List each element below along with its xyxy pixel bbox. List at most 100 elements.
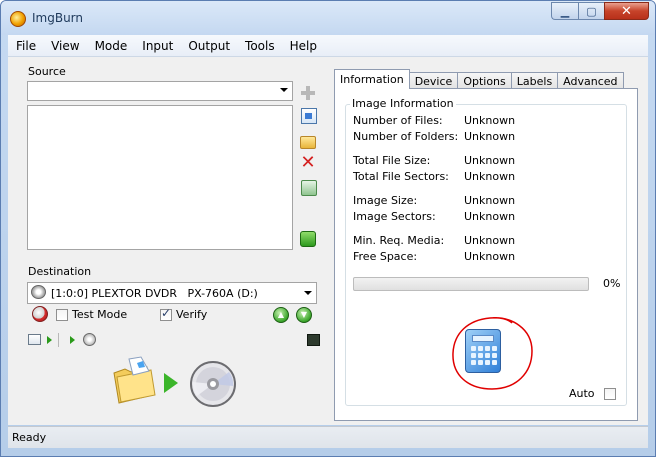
destination-drive-value: [1:0:0] PLEXTOR DVDR PX-760A (D:) <box>51 287 258 300</box>
info-row: Number of Folders: Unknown <box>353 130 515 143</box>
destination-drive-combo[interactable]: [1:0:0] PLEXTOR DVDR PX-760A (D:) <box>27 282 317 304</box>
tab-options[interactable]: Options <box>457 72 512 89</box>
recycle-icon[interactable] <box>301 180 317 196</box>
info-row: Total File Sectors: Unknown <box>353 170 515 183</box>
imgburn-app-icon[interactable] <box>10 11 26 27</box>
menu-bar: File View Mode Input Output Tools Help <box>8 35 648 57</box>
menu-file[interactable]: File <box>8 36 43 56</box>
source-label: Source <box>28 65 66 78</box>
source-file-list[interactable] <box>27 105 293 250</box>
info-label: Image Sectors: <box>353 210 436 223</box>
menu-input[interactable]: Input <box>134 36 180 56</box>
file-icon[interactable] <box>301 108 317 124</box>
progress-bar <box>353 277 589 291</box>
info-value: Unknown <box>464 250 516 263</box>
info-row: Image Sectors: Unknown <box>353 210 515 223</box>
destination-label: Destination <box>28 265 92 278</box>
tab-device[interactable]: Device <box>408 72 459 89</box>
left-pane: Source ✕ Destination [1:0:0] PLEXTOR DVD… <box>8 57 329 425</box>
disc-icon[interactable] <box>189 360 237 408</box>
info-label: Total File Size: <box>353 154 431 167</box>
source-combo[interactable] <box>27 81 293 101</box>
close-button[interactable]: ✕ <box>604 2 649 20</box>
arrow-up-icon: ▲ <box>277 310 285 319</box>
calculator-icon[interactable] <box>465 329 501 373</box>
info-row: Total File Size: Unknown <box>353 154 515 167</box>
verify-label: Verify <box>176 308 208 321</box>
console-icon[interactable] <box>307 334 320 346</box>
folder-icon[interactable] <box>300 136 316 149</box>
status-text: Ready <box>12 431 47 444</box>
move-up-button[interactable]: ▲ <box>273 307 289 323</box>
window-controls: ▁ ▢ ✕ <box>551 2 649 22</box>
imgburn-window: ImgBurn ▁ ▢ ✕ File View Mode Input Outpu… <box>0 0 656 457</box>
auto-label: Auto <box>569 387 595 400</box>
status-bar: Ready <box>8 426 648 448</box>
go-icon[interactable] <box>300 231 316 247</box>
info-value: Unknown <box>464 114 516 127</box>
info-row: Number of Files: Unknown <box>353 114 515 127</box>
test-mode-option[interactable]: Test Mode <box>56 308 127 321</box>
info-label: Number of Files: <box>353 114 443 127</box>
progress-percent-label: 0% <box>603 277 621 290</box>
menu-output[interactable]: Output <box>180 36 237 56</box>
test-mode-checkbox[interactable] <box>56 308 68 321</box>
play-small-icon[interactable] <box>47 336 52 344</box>
test-mode-label: Test Mode <box>72 308 128 321</box>
info-value: Unknown <box>464 234 516 247</box>
menu-view[interactable]: View <box>43 36 86 56</box>
info-value: Unknown <box>464 130 516 143</box>
tab-labels[interactable]: Labels <box>510 72 559 89</box>
minimize-icon: ▁ <box>560 4 570 18</box>
disc-small-icon[interactable] <box>83 333 96 346</box>
log-window-icon[interactable] <box>28 334 41 345</box>
info-label: Number of Folders: <box>353 130 459 143</box>
image-information-group: Image Information Number of Files: Unknow… <box>345 97 627 406</box>
chevron-down-icon <box>304 291 312 295</box>
verify-option[interactable]: Verify <box>160 306 208 321</box>
menu-help[interactable]: Help <box>282 36 324 56</box>
menu-mode[interactable]: Mode <box>87 36 135 56</box>
maximize-button[interactable]: ▢ <box>578 2 604 20</box>
info-row: Min. Req. Media: Unknown <box>353 234 515 247</box>
maximize-icon: ▢ <box>586 4 597 18</box>
write-arrow-icon[interactable] <box>164 373 178 393</box>
arrow-down-icon: ▼ <box>300 310 308 319</box>
minimize-button[interactable]: ▁ <box>551 2 578 20</box>
info-value: Unknown <box>464 210 516 223</box>
info-value: Unknown <box>464 194 516 207</box>
info-row: Image Size: Unknown <box>353 194 515 207</box>
menu-tools[interactable]: Tools <box>237 36 282 56</box>
verify-checkbox[interactable] <box>160 306 172 321</box>
client-area: Source ✕ Destination [1:0:0] PLEXTOR DVD… <box>8 57 648 425</box>
tab-advanced[interactable]: Advanced <box>557 72 624 89</box>
folder-large-icon[interactable] <box>111 355 157 405</box>
info-label: Total File Sectors: <box>353 170 449 183</box>
move-down-button[interactable]: ▼ <box>296 307 312 323</box>
drive-icon <box>31 285 46 299</box>
info-row: Free Space: Unknown <box>353 250 515 263</box>
info-value: Unknown <box>464 170 516 183</box>
close-icon: ✕ <box>621 3 632 19</box>
info-label: Min. Req. Media: <box>353 234 445 247</box>
info-label: Free Space: <box>353 250 418 263</box>
delete-icon[interactable]: ✕ <box>300 154 316 172</box>
info-value: Unknown <box>464 154 516 167</box>
image-information-label: Image Information <box>350 97 456 110</box>
auto-checkbox[interactable] <box>603 387 616 400</box>
play-small-icon-2[interactable] <box>70 336 75 344</box>
window-title: ImgBurn <box>32 11 84 25</box>
tab-information[interactable]: Information <box>334 69 410 89</box>
info-label: Image Size: <box>353 194 418 207</box>
auto-option[interactable]: Auto <box>569 387 616 400</box>
calculator-keys <box>471 346 497 365</box>
title-bar[interactable]: ImgBurn ▁ ▢ ✕ <box>1 1 655 35</box>
tab-strip: Information Device Options Labels Advanc… <box>334 67 624 89</box>
eraser-icon[interactable] <box>32 306 48 322</box>
calculator-screen <box>472 335 494 342</box>
information-tab-page: Image Information Number of Files: Unknow… <box>334 88 638 421</box>
add-icon[interactable] <box>300 85 316 101</box>
right-pane: Information Device Options Labels Advanc… <box>334 67 642 423</box>
chevron-down-icon <box>280 88 288 92</box>
toolbar-separator <box>58 333 59 347</box>
